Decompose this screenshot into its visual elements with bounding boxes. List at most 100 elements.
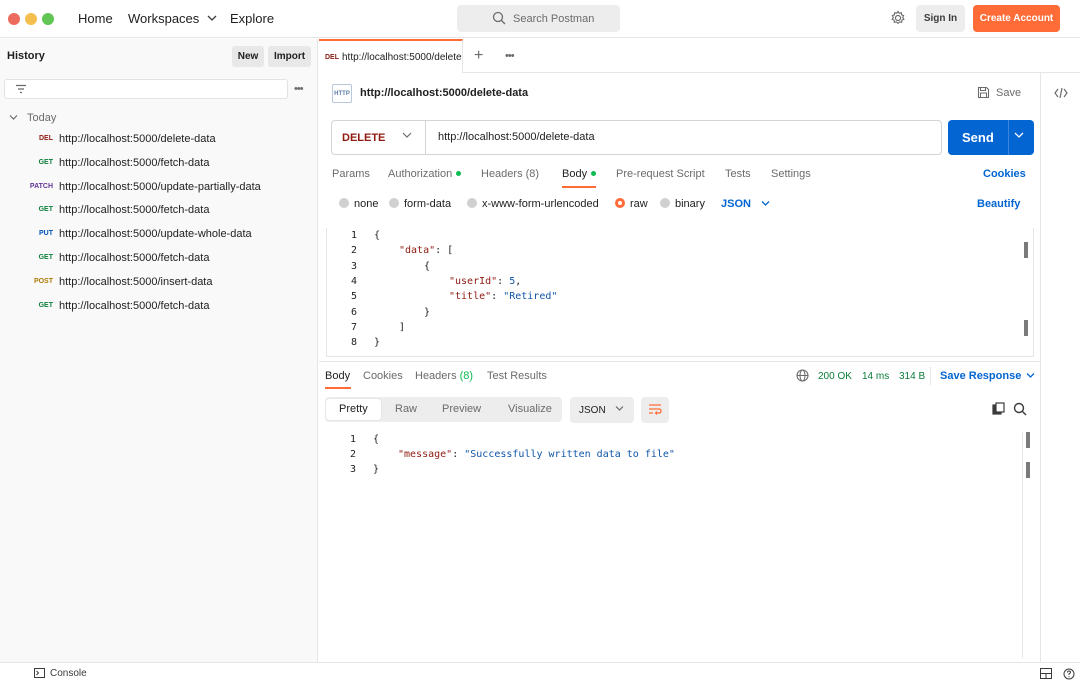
request-tab[interactable]: DEL http://localhost:5000/delete-data xyxy=(319,39,463,73)
copy-icon[interactable] xyxy=(992,402,1005,415)
tab-more-icon[interactable]: ••• xyxy=(505,50,515,62)
response-status[interactable]: 200 OK xyxy=(818,371,852,382)
line-content: "userId": 5, xyxy=(449,275,522,287)
history-item[interactable]: GET http://localhost:5000/fetch-data xyxy=(0,201,318,225)
response-view-selector: Pretty Raw Preview Visualize xyxy=(325,397,562,422)
history-item-url: http://localhost:5000/fetch-data xyxy=(59,252,210,264)
history-item-method: GET xyxy=(38,301,53,309)
history-item[interactable]: POST http://localhost:5000/insert-data xyxy=(0,273,318,297)
global-search[interactable]: Search Postman xyxy=(457,5,620,32)
tab-prerequest-script[interactable]: Pre-request Script xyxy=(616,168,705,180)
help-icon[interactable] xyxy=(1063,668,1075,680)
body-type-form-data[interactable]: form-data xyxy=(389,198,451,210)
view-preview[interactable]: Preview xyxy=(442,403,481,415)
view-visualize[interactable]: Visualize xyxy=(508,403,552,415)
response-body-editor[interactable]: 1{2 "message": "Successfully written data… xyxy=(326,432,1034,660)
sidebar-more-icon[interactable]: ••• xyxy=(294,83,304,95)
nav-workspaces[interactable]: Workspaces xyxy=(128,11,217,26)
import-button[interactable]: Import xyxy=(268,46,311,67)
layout-icon[interactable] xyxy=(1040,668,1052,679)
editor-scrollbar[interactable] xyxy=(1024,242,1028,258)
top-bar: Home Workspaces Explore Search Postman S… xyxy=(0,0,1080,38)
save-response-button[interactable]: Save Response xyxy=(940,370,1035,382)
response-tab-test-results[interactable]: Test Results xyxy=(487,370,547,382)
history-item[interactable]: DEL http://localhost:5000/delete-data xyxy=(0,130,318,154)
new-button[interactable]: New xyxy=(232,46,264,67)
right-sidebar xyxy=(1040,73,1080,662)
body-format-select[interactable]: JSON xyxy=(721,198,770,210)
console-button[interactable]: Console xyxy=(34,668,87,679)
history-item-method: GET xyxy=(38,158,53,166)
editor-scrollbar-thumb[interactable] xyxy=(1024,320,1028,336)
tab-tests[interactable]: Tests xyxy=(725,168,751,180)
window-close-button[interactable] xyxy=(8,13,20,25)
history-item[interactable]: PUT http://localhost:5000/update-whole-da… xyxy=(0,225,318,249)
save-button[interactable]: Save xyxy=(977,86,1021,99)
search-icon[interactable] xyxy=(1013,402,1027,416)
history-item-method: POST xyxy=(33,277,53,285)
line-number: 1 xyxy=(349,434,356,445)
body-type-none[interactable]: none xyxy=(339,198,378,210)
response-tab-headers[interactable]: Headers (8) xyxy=(415,370,473,382)
line-content: } xyxy=(424,306,431,318)
save-icon xyxy=(977,86,990,99)
cookies-link[interactable]: Cookies xyxy=(983,168,1026,180)
tab-headers[interactable]: Headers (8) xyxy=(481,168,539,180)
history-item-method: PUT xyxy=(39,230,53,238)
create-account-button[interactable]: Create Account xyxy=(973,5,1060,32)
history-item[interactable]: PATCH http://localhost:5000/update-partia… xyxy=(0,178,318,202)
body-format-label: JSON xyxy=(721,198,751,210)
response-size[interactable]: 314 B xyxy=(899,371,925,382)
tab-params[interactable]: Params xyxy=(332,168,370,180)
history-item-url: http://localhost:5000/fetch-data xyxy=(59,156,210,169)
send-button[interactable]: Send xyxy=(948,120,1034,155)
history-item[interactable]: GET http://localhost:5000/fetch-data xyxy=(0,249,318,273)
globe-icon[interactable] xyxy=(796,369,809,382)
body-type-urlencoded[interactable]: x-www-form-urlencoded xyxy=(467,198,599,210)
chevron-down-icon[interactable] xyxy=(1014,131,1024,139)
request-title[interactable]: http://localhost:5000/delete-data xyxy=(360,87,528,99)
response-format-label: JSON xyxy=(579,405,606,416)
nav-explore[interactable]: Explore xyxy=(230,11,274,26)
response-format-select[interactable]: JSON xyxy=(570,397,634,423)
tab-authorization[interactable]: Authorization xyxy=(388,168,462,180)
window-minimize-button[interactable] xyxy=(25,13,37,25)
nav-home[interactable]: Home xyxy=(78,11,113,26)
gear-icon[interactable] xyxy=(890,10,906,26)
method-select[interactable]: DELETE xyxy=(332,121,426,154)
tab-body[interactable]: Body xyxy=(562,168,597,180)
code-icon[interactable] xyxy=(1054,87,1068,99)
radio-icon xyxy=(389,198,399,208)
history-item[interactable]: GET http://localhost:5000/fetch-data xyxy=(0,154,318,178)
search-icon xyxy=(492,11,506,25)
wrap-lines-button[interactable] xyxy=(641,397,669,423)
history-group-today[interactable]: Today xyxy=(9,112,56,124)
view-pretty[interactable]: Pretty xyxy=(326,399,381,420)
beautify-link[interactable]: Beautify xyxy=(977,198,1020,210)
history-item-url: http://localhost:5000/delete-data xyxy=(59,133,216,145)
history-filter-input[interactable] xyxy=(4,79,288,99)
window-maximize-button[interactable] xyxy=(42,13,54,25)
response-time[interactable]: 14 ms xyxy=(862,371,889,382)
new-tab-icon[interactable]: + xyxy=(474,47,483,65)
history-group-label: Today xyxy=(27,112,57,124)
url-input[interactable] xyxy=(438,131,918,143)
response-scrollbar-thumb[interactable] xyxy=(1026,462,1030,478)
request-body-editor[interactable]: 1{2 "data": [3{4 "userId": 5, 5 "title": "Re… xyxy=(326,228,1034,357)
status-dot xyxy=(591,171,597,176)
code-line: 4 "userId": 5, xyxy=(327,276,1017,291)
radio-selected-icon xyxy=(615,198,625,208)
response-tab-cookies[interactable]: Cookies xyxy=(363,370,403,382)
tab-settings[interactable]: Settings xyxy=(771,168,811,180)
body-type-form-data-label: form-data xyxy=(404,198,452,210)
response-scrollbar[interactable] xyxy=(1026,432,1030,448)
view-raw[interactable]: Raw xyxy=(395,403,417,415)
sidebar-title: History xyxy=(7,50,45,62)
response-tab-body[interactable]: Body xyxy=(325,370,350,382)
body-type-raw[interactable]: raw xyxy=(615,198,648,210)
history-item[interactable]: GET http://localhost:5000/fetch-data xyxy=(0,297,318,321)
response-divider[interactable] xyxy=(319,361,1040,362)
sign-in-button[interactable]: Sign In xyxy=(916,5,965,32)
body-type-binary[interactable]: binary xyxy=(660,198,705,210)
code-line: 5 "title": "Retired" xyxy=(327,291,1017,306)
